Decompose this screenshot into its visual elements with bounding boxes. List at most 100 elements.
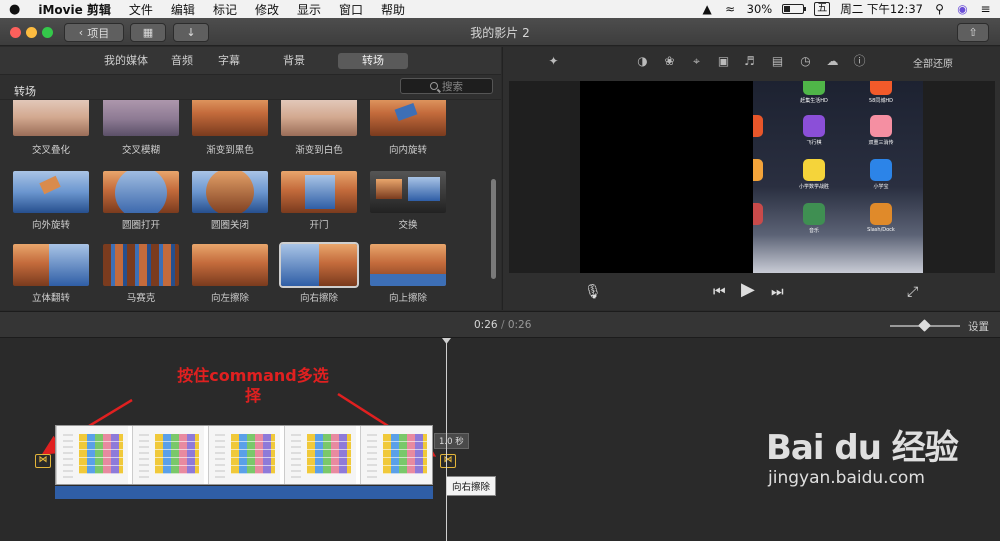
skip-back-icon[interactable]: ⏮: [713, 284, 726, 300]
search-input[interactable]: 搜索: [400, 78, 493, 94]
skip-forward-icon[interactable]: ⏭: [771, 284, 784, 300]
color-balance-icon[interactable]: ◑: [636, 55, 649, 68]
transition-thumb[interactable]: [13, 100, 89, 136]
menu-file[interactable]: 文件: [120, 1, 162, 18]
status-area: ▲ ≈ 30% 五 周二 下午12:37 ⚲ ◉ ≡: [701, 0, 992, 18]
transitions-grid: 交叉叠化 交叉模糊 渐变到黑色 渐变到白色 向内旋转 向外旋转 圆圈打开 圆圈关…: [0, 99, 501, 310]
speed-icon[interactable]: ◷: [799, 55, 812, 68]
transition-label: 向外旋转: [31, 220, 70, 231]
filter-icon[interactable]: ☁: [826, 55, 839, 68]
search-placeholder: 搜索: [442, 80, 463, 93]
play-icon[interactable]: ▶: [741, 281, 755, 299]
playback-controls: 🎙 ⏮ ▶ ⏭ ⤢: [503, 277, 1000, 307]
battery-percent: 30%: [746, 2, 773, 16]
menu-view[interactable]: 显示: [288, 1, 330, 18]
clip-frame: [56, 426, 128, 484]
transition-label: 圆圈关闭: [210, 220, 249, 231]
transition-label: 向右擦除: [299, 293, 338, 304]
app-label: 小学宝: [873, 184, 889, 190]
transition-label: 开门: [309, 220, 329, 231]
menu-window[interactable]: 窗口: [330, 1, 372, 18]
transition-label: 渐变到黑色: [206, 145, 254, 156]
transition-thumb[interactable]: [370, 100, 446, 136]
transition-thumb[interactable]: [370, 244, 446, 286]
watermark-url: jingyan.baidu.com: [768, 468, 925, 488]
info-icon[interactable]: ⓘ: [853, 55, 866, 68]
window-toolbar: ‹ 项目 ▦ ↓ 我的影片 2 ⇧: [0, 18, 1000, 46]
microphone-icon[interactable]: 🎙: [584, 284, 602, 300]
audio-track[interactable]: [55, 486, 433, 499]
settings-button[interactable]: 设置: [968, 319, 989, 334]
tab-my-media[interactable]: 我的媒体: [100, 53, 152, 69]
timeline-header: 0:26 / 0:26 设置: [0, 311, 1000, 338]
reset-all-button[interactable]: 全部还原: [913, 55, 953, 70]
window-title: 我的影片 2: [470, 26, 530, 40]
transition-thumb[interactable]: [103, 244, 179, 286]
battery-icon[interactable]: [782, 4, 807, 14]
transition-thumb[interactable]: [192, 171, 268, 213]
clock[interactable]: 周二 下午12:37: [840, 1, 923, 17]
zoom-slider-knob[interactable]: [918, 319, 931, 332]
equalizer-icon[interactable]: ▤: [771, 55, 784, 68]
transition-tooltip: 向右擦除: [446, 476, 497, 496]
clip-frame: [132, 426, 204, 484]
menu-mark[interactable]: 标记: [204, 1, 246, 18]
clip-frame: [208, 426, 280, 484]
current-time: 0:26: [474, 319, 498, 331]
menu-help[interactable]: 帮助: [372, 1, 414, 18]
wifi-icon[interactable]: ≈: [724, 2, 737, 16]
tab-audio[interactable]: 音频: [165, 53, 199, 69]
tab-backgrounds[interactable]: 背景: [277, 53, 311, 69]
transition-thumb[interactable]: [13, 171, 89, 213]
transition-thumb[interactable]: [370, 171, 446, 213]
tab-transitions[interactable]: 转场: [338, 53, 408, 69]
browser-scrollbar[interactable]: [491, 179, 496, 279]
crop-icon[interactable]: ⌖: [690, 55, 703, 68]
transition-label: 向上擦除: [388, 293, 427, 304]
baidu-watermark: Bai du 经验 jingyan.baidu.com: [766, 428, 991, 488]
transition-thumb[interactable]: [192, 244, 268, 286]
video-clip[interactable]: [55, 425, 433, 485]
app-icon: [870, 203, 892, 225]
playhead[interactable]: [446, 338, 447, 541]
notification-center-icon[interactable]: ≡: [979, 2, 992, 16]
preview-screen[interactable]: 赶集生活HD 58同城HD 飞行棋 双重三消传 小学数学战胜 小学宝 音乐 Sl…: [509, 81, 995, 273]
transition-thumb[interactable]: [281, 100, 357, 136]
time-separator: /: [500, 319, 508, 331]
app-icon: [753, 159, 763, 181]
transition-thumb[interactable]: [103, 171, 179, 213]
timecode: 0:26 / 0:26: [474, 319, 531, 331]
app-icon: [870, 115, 892, 137]
transition-thumb[interactable]: [192, 100, 268, 136]
siri-icon[interactable]: ◉: [956, 2, 969, 16]
app-icon: [753, 203, 763, 225]
app-icon: [753, 115, 763, 137]
qq-icon[interactable]: ▲: [701, 2, 714, 16]
transition-thumb-selected[interactable]: [279, 242, 359, 288]
magic-wand-icon[interactable]: ✦: [547, 55, 560, 68]
color-palette-icon[interactable]: ❀: [663, 55, 676, 68]
menu-edit[interactable]: 编辑: [162, 1, 204, 18]
app-label: 小学数学战胜: [798, 184, 829, 190]
menu-modify[interactable]: 修改: [246, 1, 288, 18]
app-menu[interactable]: iMovie 剪辑: [29, 1, 120, 18]
apple-icon[interactable]: ●: [0, 2, 29, 17]
transition-thumb[interactable]: [103, 100, 179, 136]
transition-duration-label: 1.0 秒: [434, 433, 469, 449]
transition-marker-right[interactable]: ⋈: [440, 454, 456, 468]
fullscreen-icon[interactable]: ⤢: [907, 284, 918, 300]
tab-titles[interactable]: 字幕: [212, 53, 246, 69]
transition-thumb[interactable]: [281, 171, 357, 213]
transition-marker-left[interactable]: ⋈: [35, 454, 51, 468]
volume-icon[interactable]: ♬: [743, 55, 756, 68]
stabilization-icon[interactable]: ▣: [717, 55, 730, 68]
input-method-indicator[interactable]: 五: [814, 2, 831, 16]
watermark-logo: Bai du 经验: [766, 428, 959, 468]
transition-label: 圆圈打开: [121, 220, 160, 231]
transition-thumb[interactable]: [13, 244, 89, 286]
app-label: 58同城HD: [869, 98, 893, 104]
share-button[interactable]: ⇧: [957, 23, 989, 42]
total-time: 0:26: [507, 319, 532, 331]
spotlight-search-icon[interactable]: ⚲: [933, 2, 946, 16]
app-label: 双重三消传: [868, 140, 894, 146]
